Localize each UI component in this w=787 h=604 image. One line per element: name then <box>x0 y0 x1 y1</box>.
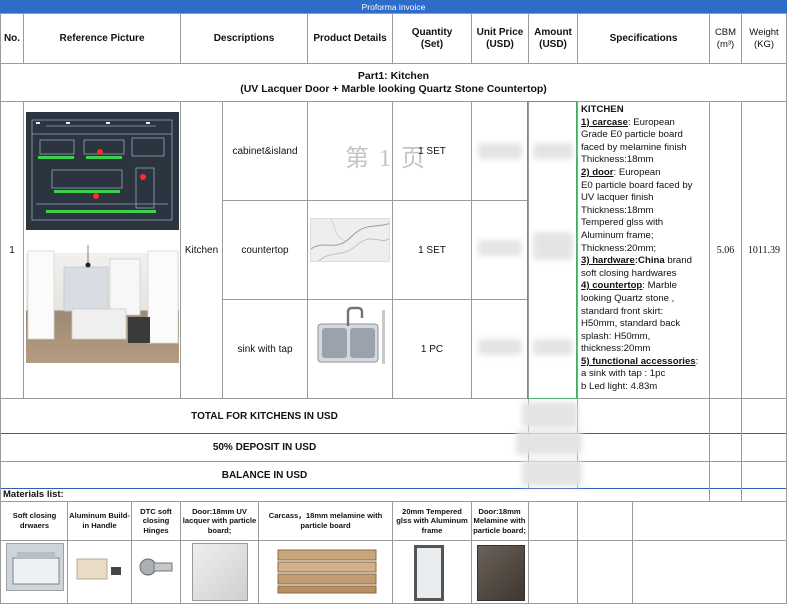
col-descriptions: Descriptions <box>213 32 275 44</box>
item-sink-with-tap: sink with tap <box>237 343 293 355</box>
balance-label: BALANCE IN USD <box>221 469 308 481</box>
material-soft-closing-drawers: Soft closing drwaers <box>12 511 57 530</box>
marble-sample-image <box>310 218 390 262</box>
material-aluminum-handle: Aluminum Build-in Handle <box>69 511 130 530</box>
row-description: Kitchen <box>184 244 219 256</box>
blurred-balance <box>522 460 582 486</box>
blurred-amount-3 <box>533 339 573 355</box>
kitchen-plan-image <box>26 112 179 230</box>
material-tempered-glass: 20mm Tempered glss with Aluminum frame <box>396 506 468 535</box>
material-dtc-hinges: DTC soft closing Hinges <box>140 506 172 535</box>
blurred-price-3 <box>478 339 522 355</box>
melamine-door-image <box>477 545 525 601</box>
drawer-image <box>6 543 64 591</box>
invoice-title: Proforma invoice <box>361 1 426 12</box>
col-quantity: Quantity (Set) <box>411 26 453 50</box>
qty-sink-with-tap: 1 PC <box>420 343 444 355</box>
col-product-details: Product Details <box>313 32 387 44</box>
col-cbm: CBM (m³) <box>714 26 737 50</box>
blurred-amount-2 <box>533 232 573 260</box>
blurred-price-1 <box>478 143 522 159</box>
specifications-text: KITCHEN 1) carcase: European Grade E0 pa… <box>578 104 710 398</box>
kitchen-photo-image <box>26 245 179 363</box>
col-amount: Amount (USD) <box>534 26 572 50</box>
glass-frame-image <box>414 545 444 601</box>
row-cbm: 5.06 <box>716 244 735 256</box>
part-heading: Part1: Kitchen (UV Lacquer Door + Marble… <box>1 64 786 101</box>
handle-image <box>75 553 125 583</box>
sink-with-tap-image <box>316 306 388 366</box>
qty-countertop: 1 SET <box>418 244 446 256</box>
blurred-total <box>522 402 578 428</box>
part-title: Part1: Kitchen <box>357 69 430 82</box>
hinge-image <box>136 552 176 582</box>
col-reference-picture: Reference Picture <box>59 32 145 44</box>
qty-cabinet-island: 1 SET <box>418 145 446 157</box>
blurred-amount-1 <box>533 143 573 159</box>
item-countertop: countertop <box>241 244 289 256</box>
invoice-title-bar: Proforma invoice <box>0 0 787 13</box>
uv-lacquer-door-image <box>192 543 248 601</box>
blurred-deposit <box>516 431 582 455</box>
material-uv-lacquer-door: Door:18mm UV lacquer with particle board… <box>182 506 257 535</box>
melamine-board-image <box>276 546 378 594</box>
row-weight: 1011.39 <box>747 244 781 256</box>
material-carcass-melamine: Carcass，18mm melamine with particle boar… <box>268 511 383 530</box>
col-specifications: Specifications <box>609 32 678 44</box>
spec-heading: KITCHEN <box>581 104 624 115</box>
col-no: No. <box>3 32 21 44</box>
row-number: 1 <box>9 244 15 256</box>
blurred-price-2 <box>478 240 522 256</box>
part-subtitle: (UV Lacquer Door + Marble looking Quartz… <box>240 82 547 95</box>
deposit-label: 50% DEPOSIT IN USD <box>212 442 317 453</box>
materials-list-label: Materials list: <box>3 489 64 500</box>
item-cabinet-island: cabinet&island <box>232 145 298 157</box>
col-weight: Weight (KG) <box>749 26 779 50</box>
col-unit-price: Unit Price (USD) <box>476 26 524 50</box>
material-melamine-door: Door:18mm Melamine with particle board; <box>473 506 526 535</box>
total-label: TOTAL FOR KITCHENS IN USD <box>191 410 338 422</box>
